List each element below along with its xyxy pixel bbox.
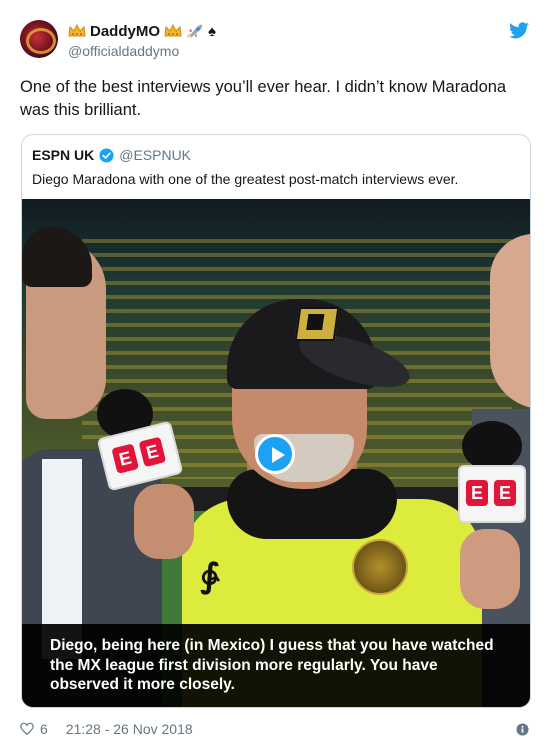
avatar[interactable] (20, 20, 58, 58)
quoted-author-name[interactable]: ESPN UK (32, 147, 94, 163)
author-name-row[interactable]: DaddyMO ♠ (68, 20, 216, 42)
quoted-tweet-header: ESPN UK @ESPNUK (32, 147, 191, 163)
author-handle[interactable]: @officialdaddymo (68, 43, 179, 59)
mic-letter: E (138, 436, 167, 468)
tweet-card: DaddyMO ♠ @officialdaddymo One of the be… (0, 0, 551, 750)
crown-emoji-icon (68, 24, 86, 37)
rocket-emoji-icon (187, 24, 203, 38)
cap-logo (294, 307, 340, 341)
quoted-author-handle[interactable]: @ESPNUK (119, 147, 191, 163)
play-button[interactable] (255, 434, 295, 474)
like-count[interactable]: 6 (40, 721, 48, 737)
tweet-text: One of the best interviews you’ll ever h… (20, 78, 507, 119)
tweet-footer: 6 21:28 - 26 Nov 2018 (20, 721, 193, 737)
club-crest (352, 539, 408, 595)
interviewer-right-hand (460, 529, 520, 609)
mic-letter: E (494, 480, 516, 506)
espn-mic-flag-right: E E (458, 465, 526, 523)
play-icon (272, 447, 285, 463)
quoted-tweet-text: Diego Maradona with one of the greatest … (32, 171, 459, 187)
twitter-bird-icon[interactable] (509, 22, 529, 39)
kit-brand-logo: ∳ (200, 557, 220, 595)
video-player[interactable]: ∳ E E E E Diego, being here (in Mexico) … (22, 199, 530, 707)
quoted-tweet[interactable]: ESPN UK @ESPNUK Diego Maradona with one … (21, 134, 531, 708)
interviewer-left-hand (134, 484, 194, 559)
info-icon[interactable] (516, 723, 529, 736)
mic-letter: E (111, 443, 140, 474)
tweet-timestamp[interactable]: 21:28 - 26 Nov 2018 (66, 721, 193, 737)
video-subtitle: Diego, being here (in Mexico) I guess th… (22, 624, 530, 707)
mic-foam (462, 421, 522, 471)
heart-icon[interactable] (20, 722, 34, 736)
crown-emoji-icon (164, 24, 182, 37)
avatar-decoration (26, 28, 56, 54)
author-display-name[interactable]: DaddyMO (90, 23, 160, 40)
spade-emoji-icon: ♠ (208, 22, 216, 40)
verified-badge-icon (99, 147, 114, 163)
mic-letter: E (466, 480, 488, 506)
